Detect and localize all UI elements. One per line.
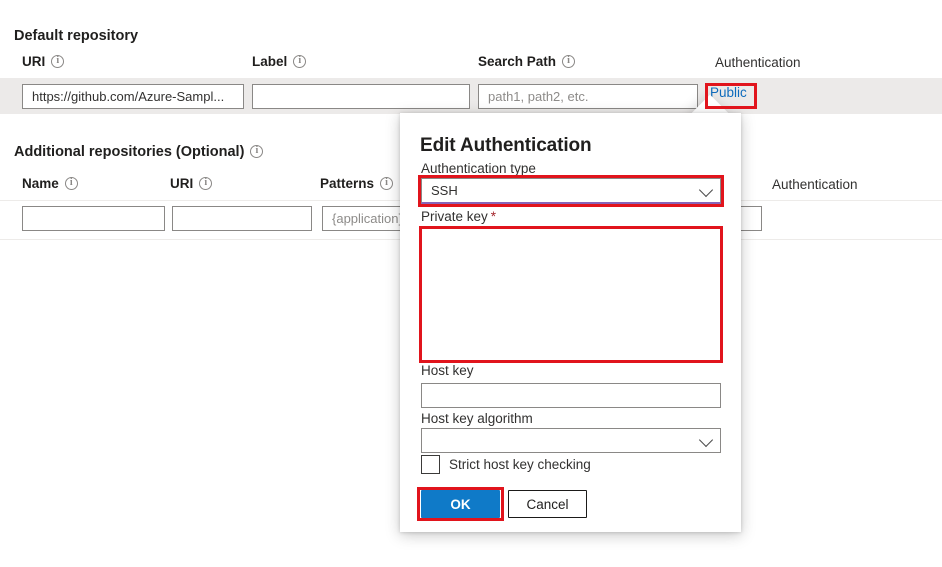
column-header-uri-label: URI	[22, 54, 46, 69]
column-header-authentication: Authentication	[715, 55, 801, 70]
default-repo-uri-input[interactable]	[22, 84, 244, 109]
column-header-additional-authentication: Authentication	[772, 177, 858, 192]
column-header-additional-uri-label: URI	[170, 176, 194, 191]
chevron-down-icon	[698, 432, 714, 447]
required-marker: *	[490, 209, 497, 224]
ok-button[interactable]: OK	[421, 490, 500, 518]
default-repo-search-path-input[interactable]	[478, 84, 698, 109]
column-header-name-label: Name	[22, 176, 59, 191]
column-header-name: Name	[22, 176, 78, 191]
strict-host-key-checking-checkbox[interactable]	[421, 455, 440, 474]
callout-beak-cover	[690, 113, 734, 121]
private-key-textarea[interactable]	[421, 228, 721, 361]
column-header-search-path-label: Search Path	[478, 54, 557, 69]
column-header-label-label: Label	[252, 54, 288, 69]
authentication-type-value: SSH	[431, 183, 458, 198]
authentication-type-select[interactable]: SSH	[421, 178, 721, 204]
dialog-title: Edit Authentication	[420, 135, 592, 156]
info-icon[interactable]	[51, 54, 65, 68]
host-key-algorithm-select[interactable]	[421, 428, 721, 453]
additional-repositories-section-label: Additional repositories (Optional)	[14, 144, 245, 160]
host-key-label: Host key	[421, 363, 474, 378]
chevron-down-icon	[698, 182, 714, 197]
strict-host-key-checking-row[interactable]: Strict host key checking	[421, 455, 591, 474]
column-header-search-path: Search Path	[478, 54, 576, 69]
column-header-patterns-label: Patterns	[320, 176, 375, 191]
additional-repositories-section-title: Additional repositories (Optional)	[14, 144, 264, 160]
info-icon[interactable]	[250, 144, 264, 158]
info-icon[interactable]	[562, 54, 576, 68]
default-repository-section-title: Default repository	[14, 28, 139, 44]
info-icon[interactable]	[199, 176, 213, 190]
info-icon[interactable]	[293, 54, 307, 68]
column-header-label: Label	[252, 54, 307, 69]
column-header-uri: URI	[22, 54, 65, 69]
host-key-input[interactable]	[421, 383, 721, 408]
column-header-patterns: Patterns	[320, 176, 394, 191]
additional-repo-name-input[interactable]	[22, 206, 165, 231]
cancel-button[interactable]: Cancel	[508, 490, 587, 518]
default-repo-label-input[interactable]	[252, 84, 470, 109]
default-repo-authentication-public-link[interactable]: Public	[710, 85, 747, 100]
private-key-label: Private key *	[421, 209, 496, 224]
private-key-label-text: Private key	[421, 209, 488, 224]
info-icon[interactable]	[380, 176, 394, 190]
additional-repo-uri-input[interactable]	[172, 206, 312, 231]
host-key-algorithm-label: Host key algorithm	[421, 411, 533, 426]
info-icon[interactable]	[64, 176, 78, 190]
column-header-additional-uri: URI	[170, 176, 213, 191]
strict-host-key-checking-label: Strict host key checking	[449, 457, 591, 472]
authentication-type-label: Authentication type	[421, 161, 536, 176]
